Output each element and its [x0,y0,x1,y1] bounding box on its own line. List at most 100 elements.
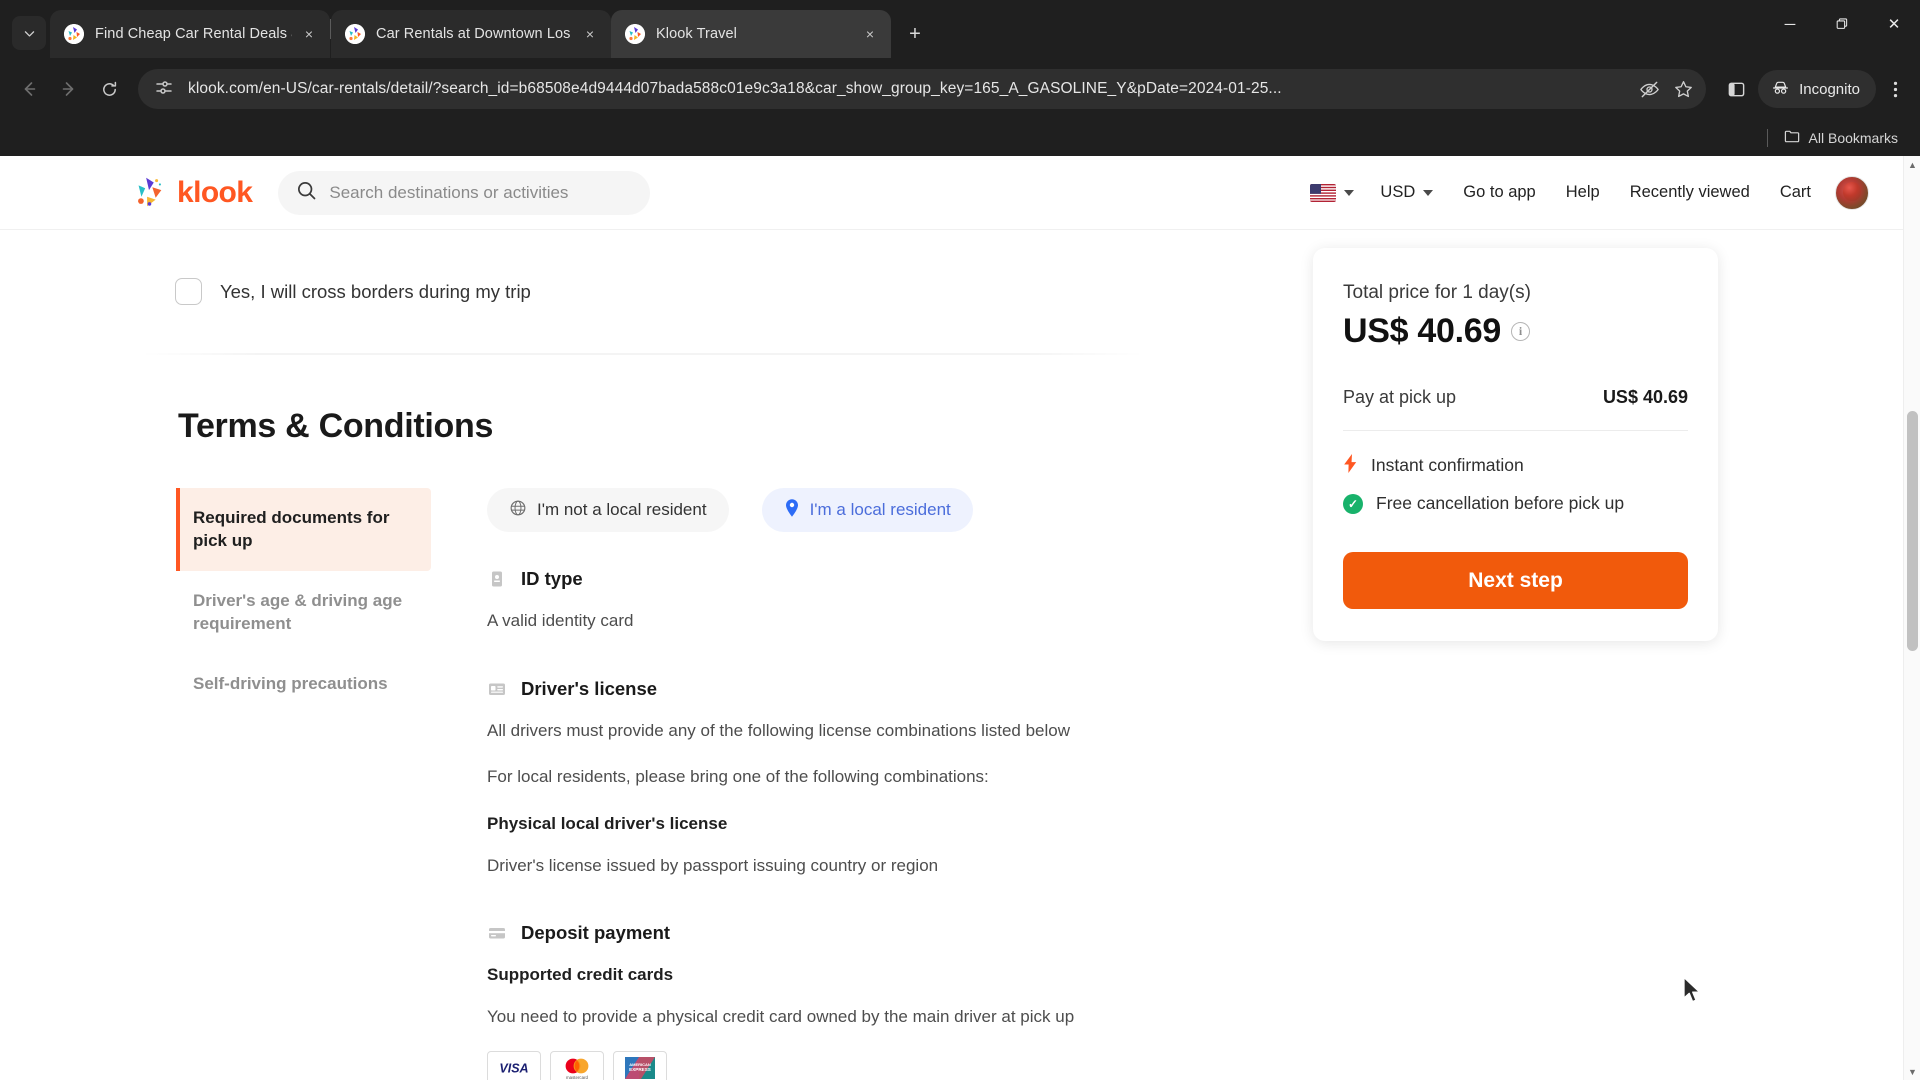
terms-panel: I'm not a local resident I'm a local res… [431,478,1295,1080]
page-scrollbar-thumb[interactable] [1907,411,1918,651]
back-button[interactable] [10,70,48,108]
browser-tab-active[interactable]: Klook Travel × [611,10,891,58]
new-tab-button[interactable]: + [899,18,931,50]
incognito-indicator[interactable]: Incognito [1758,70,1876,108]
perk-label: Free cancellation before pick up [1376,493,1625,513]
page-scrollbar[interactable]: ▲ ▼ [1903,156,1920,1080]
us-flag-icon [1310,183,1337,202]
section-subheading: Supported credit cards [487,965,674,985]
page-viewport: klook Search destinations or activities [0,156,1920,1080]
terms-tab-driver-age[interactable]: Driver's age & driving age requirement [176,571,431,654]
search-input[interactable]: Search destinations or activities [278,170,651,215]
language-selector[interactable] [1310,183,1355,202]
pay-at-pickup-row: Pay at pick up US$ 40.69 [1343,387,1688,431]
side-panel-icon[interactable] [1718,71,1754,107]
toolbar-right: Incognito [1718,70,1910,108]
terms-tab-list: Required documents for pick up Driver's … [176,488,431,1080]
mastercard-card-logo: mastercard [550,1051,604,1080]
drivers-license-icon [487,679,507,699]
avatar[interactable] [1835,175,1869,210]
local-resident-button[interactable]: I'm a local resident [761,488,973,532]
svg-text:VISA: VISA [499,1062,528,1076]
next-step-button[interactable]: Next step [1343,552,1688,609]
scroll-down-arrow-icon[interactable]: ▼ [1904,1063,1920,1080]
section-paragraph: All drivers must provide any of the foll… [487,720,1071,740]
minimize-button[interactable]: ─ [1764,0,1816,48]
all-bookmarks-label: All Bookmarks [1808,130,1898,146]
visa-card-logo: VISA [487,1051,541,1080]
svg-text:mastercard: mastercard [566,1075,589,1080]
section-title: ID type [521,568,583,589]
tab-strip: Find Cheap Car Rental Deals & × Car Rent… [0,0,1920,58]
not-local-resident-button[interactable]: I'm not a local resident [487,488,729,532]
nav-recently-viewed[interactable]: Recently viewed [1630,183,1750,202]
close-icon[interactable]: × [579,23,601,45]
search-placeholder: Search destinations or activities [329,182,569,202]
section-header: ID type [487,568,1285,590]
reload-button[interactable] [90,70,128,108]
id-card-icon [487,569,507,589]
currency-label: USD [1380,183,1416,201]
chevron-down-icon [1344,189,1355,196]
right-column: Total price for 1 day(s) US$ 40.69 i Pay… [1285,230,1903,1080]
maximize-button[interactable] [1816,0,1868,48]
left-column: Yes, I will cross borders during my trip… [0,230,1295,1080]
search-icon [296,180,317,206]
pay-at-pickup-label: Pay at pick up [1343,387,1457,407]
nav-go-to-app[interactable]: Go to app [1463,183,1535,202]
kebab-menu-icon[interactable] [1880,70,1910,108]
reload-icon [102,81,116,96]
site-header: klook Search destinations or activities [0,156,1903,230]
incognito-hat-icon [1771,78,1790,101]
terms-tab-self-driving[interactable]: Self-driving precautions [176,654,431,713]
browser-tab[interactable]: Find Cheap Car Rental Deals & × [50,10,330,58]
currency-selector[interactable]: USD [1380,183,1434,202]
tab-title: Car Rentals at Downtown Los A [376,26,573,42]
maximize-icon [1836,18,1848,29]
not-local-resident-label: I'm not a local resident [537,500,707,519]
perk-instant-confirmation: Instant confirmation [1343,454,1688,477]
klook-logo-icon [130,174,168,212]
terms-tab-required-documents[interactable]: Required documents for pick up [176,488,431,571]
lightning-icon [1343,454,1358,477]
klook-favicon [625,24,645,44]
nav-help[interactable]: Help [1566,183,1600,202]
pay-at-pickup-amount: US$ 40.69 [1602,387,1688,407]
section-header: Deposit payment [487,922,1285,944]
globe-icon [509,499,527,522]
chevron-down-icon [24,30,34,37]
tab-search-button[interactable] [12,16,46,50]
price-summary-card: Total price for 1 day(s) US$ 40.69 i Pay… [1313,248,1718,641]
all-bookmarks-button[interactable]: All Bookmarks [1784,128,1898,148]
close-icon[interactable]: × [859,23,881,45]
window-controls: ─ ✕ [1764,0,1920,48]
close-window-button[interactable]: ✕ [1868,0,1920,48]
section-paragraph: A valid identity card [487,611,634,630]
browser-tab[interactable]: Car Rentals at Downtown Los A × [331,10,611,58]
total-price-row: US$ 40.69 i [1343,312,1688,351]
forward-button[interactable] [50,70,88,108]
scroll-up-arrow-icon[interactable]: ▲ [1904,156,1920,173]
nav-cart[interactable]: Cart [1780,183,1811,202]
close-icon[interactable]: × [298,23,320,45]
info-icon[interactable]: i [1510,322,1530,341]
amex-card-logo: AMERICAN EXPRESS [613,1051,667,1080]
local-resident-label: I'm a local resident [809,500,951,519]
tab-title: Klook Travel [656,26,737,42]
klook-logo[interactable]: klook [130,174,253,212]
incognito-label: Incognito [1799,80,1860,98]
eye-slash-icon[interactable] [1634,74,1664,104]
bookmarks-divider [1766,129,1768,147]
map-pin-icon [784,498,800,523]
address-bar[interactable]: klook.com/en-US/car-rentals/detail/?sear… [138,69,1707,109]
folder-icon [1784,128,1801,148]
page-settings-icon[interactable] [154,78,176,100]
section-paragraph: You need to provide a physical credit ca… [487,1006,1075,1026]
cross-border-option[interactable]: Yes, I will cross borders during my trip [0,230,1285,305]
star-icon[interactable] [1668,74,1698,104]
klook-logo-text: klook [177,175,253,209]
credit-card-icon [487,923,507,943]
supported-cards-list: VISA mastercard AMERICAN EXPRESS [487,1051,1285,1080]
cross-border-checkbox[interactable] [175,278,202,305]
